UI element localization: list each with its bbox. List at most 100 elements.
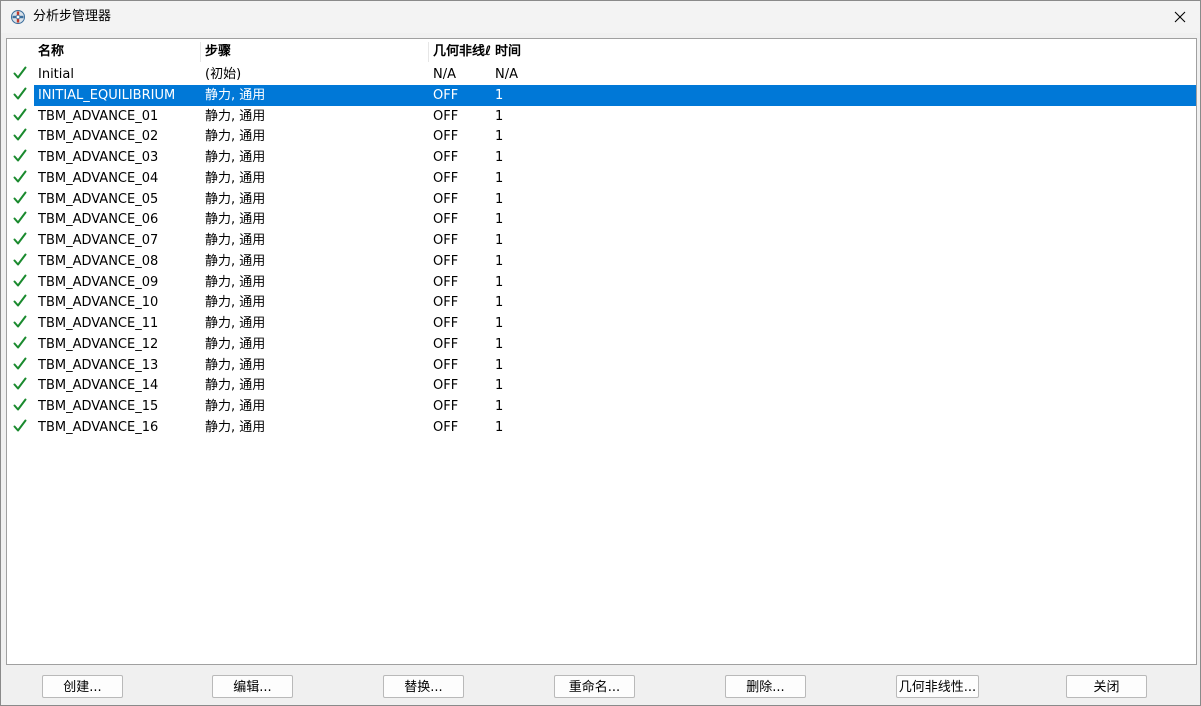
checkmark-icon: [13, 377, 27, 390]
table-row[interactable]: TBM_ADVANCE_12 静力, 通用 OFF 1: [7, 334, 1196, 355]
step-name-cell: TBM_ADVANCE_14: [38, 378, 159, 394]
step-name-cell: INITIAL_EQUILIBRIUM: [38, 87, 176, 103]
time-cell: 1: [495, 170, 504, 186]
procedure-cell: 静力, 通用: [205, 108, 266, 124]
nlgeom-button[interactable]: 几何非线性...: [896, 675, 979, 698]
checkmark-icon: [13, 191, 27, 203]
procedure-cell: 静力, 通用: [205, 336, 266, 352]
nlgeom-cell: OFF: [433, 399, 459, 414]
create-button[interactable]: 创建...: [42, 675, 123, 698]
checkmark-icon: [13, 66, 27, 79]
step-name-cell: TBM_ADVANCE_05: [38, 191, 159, 207]
procedure-cell: (初始): [205, 67, 242, 82]
nlgeom-cell: OFF: [433, 253, 459, 269]
time-cell: 1: [495, 87, 504, 103]
table-row[interactable]: TBM_ADVANCE_09 静力, 通用 OFF 1: [7, 272, 1196, 293]
step-name-cell: TBM_ADVANCE_09: [38, 274, 159, 290]
time-cell: 1: [495, 108, 504, 124]
table-row[interactable]: TBM_ADVANCE_14 静力, 通用 OFF 1: [7, 375, 1196, 396]
step-name-cell: TBM_ADVANCE_08: [38, 253, 159, 269]
table-row[interactable]: TBM_ADVANCE_16 静力, 通用 OFF 1: [7, 417, 1196, 438]
column-header-nlgeom[interactable]: 几何非线ℓ: [433, 44, 494, 60]
checkmark-icon: [13, 170, 27, 183]
procedure-cell: 静力, 通用: [205, 357, 266, 373]
checkmark-icon: [13, 336, 27, 349]
column-divider[interactable]: [428, 42, 429, 62]
delete-button[interactable]: 删除...: [725, 675, 806, 698]
replace-button[interactable]: 替换...: [383, 675, 464, 698]
time-cell: N/A: [495, 67, 518, 82]
procedure-cell: 静力, 通用: [205, 419, 266, 435]
nlgeom-cell: OFF: [433, 108, 459, 124]
table-row[interactable]: TBM_ADVANCE_01 静力, 通用 OFF 1: [7, 106, 1196, 127]
table-row[interactable]: TBM_ADVANCE_04 静力, 通用 OFF 1: [7, 168, 1196, 189]
table-row[interactable]: TBM_ADVANCE_07 静力, 通用 OFF 1: [7, 230, 1196, 251]
step-name-cell: TBM_ADVANCE_02: [38, 129, 159, 145]
checkmark-icon: [13, 149, 27, 162]
column-header-time[interactable]: 时间: [495, 44, 555, 60]
checkmark-icon: [13, 315, 27, 328]
window-title: 分析步管理器: [33, 9, 112, 24]
table-row[interactable]: TBM_ADVANCE_08 静力, 通用 OFF 1: [7, 251, 1196, 272]
checkmark-icon: [13, 253, 27, 266]
table-row[interactable]: TBM_ADVANCE_05 静力, 通用 OFF 1: [7, 189, 1196, 210]
table-row[interactable]: Initial (初始) N/A N/A: [7, 64, 1196, 85]
table-row[interactable]: TBM_ADVANCE_15 静力, 通用 OFF 1: [7, 396, 1196, 417]
procedure-cell: 静力, 通用: [205, 233, 266, 248]
procedure-cell: 静力, 通用: [205, 87, 266, 103]
procedure-cell: 静力, 通用: [205, 212, 266, 228]
time-cell: 1: [495, 150, 504, 165]
column-divider[interactable]: [200, 42, 201, 62]
checkmark-icon: [13, 398, 27, 411]
step-name-cell: TBM_ADVANCE_16: [38, 419, 159, 435]
checkmark-icon: [13, 274, 27, 286]
table-row[interactable]: TBM_ADVANCE_03 静力, 通用 OFF 1: [7, 147, 1196, 168]
close-button[interactable]: 关闭: [1066, 675, 1147, 698]
checkmark-icon: [13, 419, 27, 432]
table-row[interactable]: TBM_ADVANCE_10 静力, 通用 OFF 1: [7, 292, 1196, 313]
time-cell: 1: [495, 336, 504, 352]
procedure-cell: 静力, 通用: [205, 191, 266, 207]
nlgeom-cell: N/A: [433, 67, 456, 82]
time-cell: 1: [495, 274, 504, 290]
step-name-cell: TBM_ADVANCE_01: [38, 108, 159, 124]
step-name-cell: TBM_ADVANCE_06: [38, 212, 159, 228]
column-header-name[interactable]: 名称: [38, 44, 198, 60]
nlgeom-cell: OFF: [433, 87, 459, 103]
time-cell: 1: [495, 191, 504, 207]
checkmark-icon: [13, 294, 27, 307]
step-name-cell: TBM_ADVANCE_11: [38, 316, 159, 331]
nlgeom-cell: OFF: [433, 233, 459, 248]
time-cell: 1: [495, 253, 504, 269]
step-name-cell: TBM_ADVANCE_04: [38, 170, 159, 186]
table-row[interactable]: TBM_ADVANCE_02 静力, 通用 OFF 1: [7, 126, 1196, 147]
checkmark-icon: [13, 128, 27, 141]
procedure-cell: 静力, 通用: [205, 129, 266, 145]
time-cell: 1: [495, 212, 504, 228]
table-row[interactable]: TBM_ADVANCE_11 静力, 通用 OFF 1: [7, 313, 1196, 334]
step-name-cell: TBM_ADVANCE_10: [38, 295, 159, 311]
close-icon: [1174, 11, 1186, 23]
procedure-cell: 静力, 通用: [205, 150, 266, 165]
steps-manager-icon: [11, 10, 25, 24]
close-window-button[interactable]: [1160, 1, 1200, 33]
procedure-cell: 静力, 通用: [205, 378, 266, 394]
step-name-cell: TBM_ADVANCE_07: [38, 233, 159, 248]
table-row[interactable]: INITIAL_EQUILIBRIUM 静力, 通用 OFF 1: [7, 84, 1196, 106]
column-header-procedure[interactable]: 步骤: [205, 44, 425, 60]
nlgeom-cell: OFF: [433, 191, 459, 207]
step-name-cell: TBM_ADVANCE_15: [38, 399, 159, 414]
table-header: 名称 步骤 几何非线ℓ 时间: [7, 39, 1196, 64]
procedure-cell: 静力, 通用: [205, 295, 266, 311]
step-name-cell: Initial: [38, 67, 74, 82]
time-cell: 1: [495, 419, 504, 435]
nlgeom-cell: OFF: [433, 129, 459, 145]
table-row[interactable]: TBM_ADVANCE_13 静力, 通用 OFF 1: [7, 355, 1196, 376]
table-row[interactable]: TBM_ADVANCE_06 静力, 通用 OFF 1: [7, 209, 1196, 230]
procedure-cell: 静力, 通用: [205, 274, 266, 290]
edit-button[interactable]: 编辑...: [212, 675, 293, 698]
nlgeom-cell: OFF: [433, 170, 459, 186]
nlgeom-cell: OFF: [433, 336, 459, 352]
step-name-cell: TBM_ADVANCE_13: [38, 357, 159, 373]
rename-button[interactable]: 重命名...: [554, 675, 635, 698]
